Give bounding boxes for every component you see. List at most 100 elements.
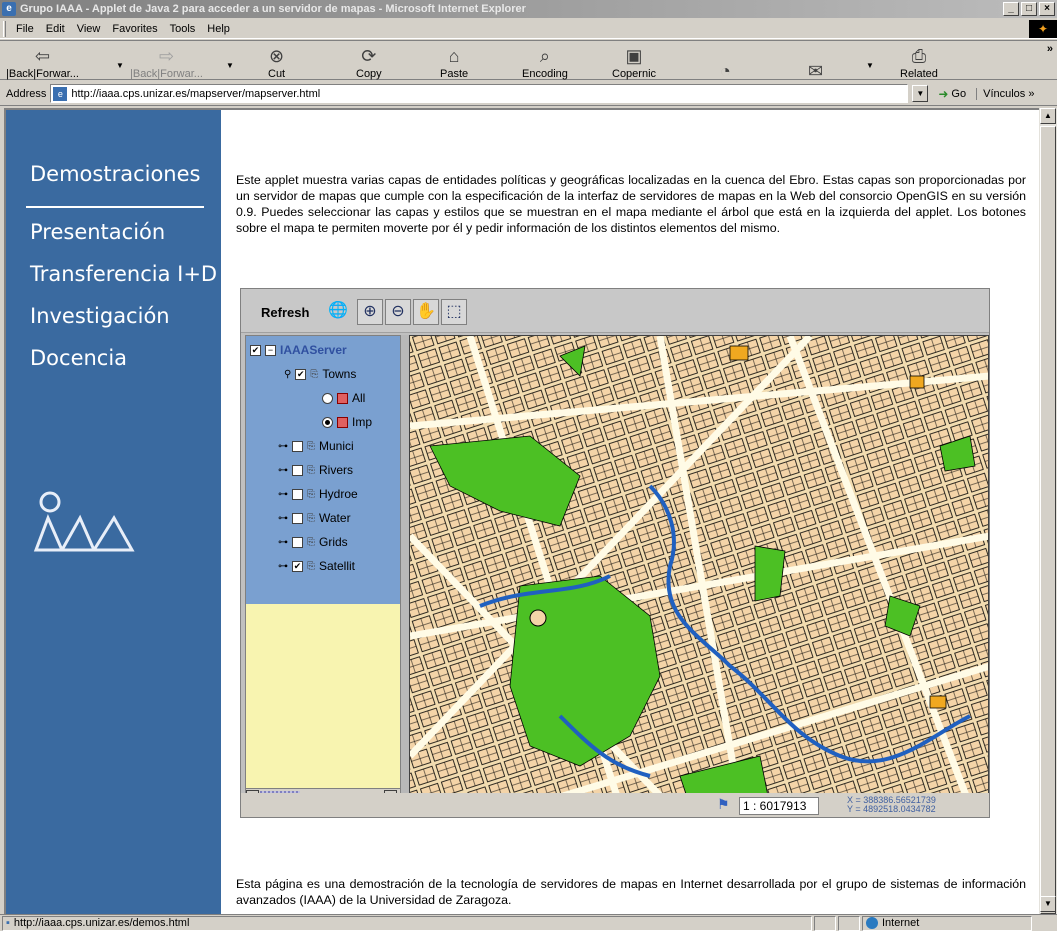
location-pin-icon: ⚑ bbox=[717, 796, 730, 812]
style-radio-all[interactable] bbox=[322, 392, 333, 404]
encoding-button[interactable]: ⌕ Encoding bbox=[522, 42, 568, 80]
menu-tools[interactable]: Tools bbox=[164, 23, 202, 35]
layer-hydro[interactable]: ⊶ ⎘ Hydroe bbox=[278, 484, 358, 504]
page-icon: e bbox=[53, 86, 68, 101]
paste-button[interactable]: ⌂ Paste bbox=[440, 42, 468, 80]
mail-button[interactable]: ✉ bbox=[808, 45, 823, 83]
back-dropdown[interactable]: ▼ bbox=[116, 61, 124, 70]
layer-checkbox[interactable] bbox=[292, 512, 303, 524]
menu-help[interactable]: Help bbox=[201, 23, 236, 35]
zoom-in-icon[interactable]: ⊕ bbox=[357, 299, 383, 325]
layer-label: Satellit bbox=[319, 559, 356, 573]
sidebar: Demostraciones Presentación Transferenci… bbox=[6, 110, 221, 914]
towns-checkbox[interactable]: ✔ bbox=[295, 368, 307, 380]
status-url: http://iaaa.cps.unizar.es/demos.html bbox=[13, 917, 190, 929]
scale-field[interactable]: 1 : 6017913 bbox=[739, 797, 819, 815]
nav-item-investigacion[interactable]: Investigación bbox=[30, 304, 170, 328]
refresh-icon: ⟳ bbox=[361, 46, 377, 66]
expand-knob-icon[interactable]: ⚲ bbox=[284, 369, 291, 380]
zoom-out-icon[interactable]: ⊖ bbox=[385, 299, 411, 325]
layer-icon: ⎘ bbox=[310, 368, 319, 380]
refresh-button[interactable]: Refresh bbox=[261, 305, 309, 320]
links-button[interactable]: Vínculos » bbox=[976, 87, 1035, 100]
expand-knob-icon[interactable]: ⊶ bbox=[278, 513, 288, 524]
stop-icon: ⊗ bbox=[269, 46, 285, 66]
scroll-up-icon[interactable]: ▲ bbox=[1040, 108, 1056, 124]
layer-checkbox[interactable]: ✔ bbox=[292, 560, 303, 572]
copernic-button[interactable]: ▣ Copernic bbox=[612, 42, 656, 80]
map-applet: Refresh 🌐 ⊕ ⊖ ✋ ⬚ ✔ − IAAAServer ⚲ ✔ ⎘ T… bbox=[240, 288, 990, 818]
layer-checkbox[interactable] bbox=[292, 440, 303, 452]
style-all[interactable]: All bbox=[322, 388, 365, 408]
go-label: Go bbox=[951, 87, 967, 100]
forward-button[interactable]: ⇨ |Back|Forwar... bbox=[130, 42, 203, 80]
forward-label: |Back|Forwar... bbox=[130, 68, 203, 80]
history-button[interactable]: ◔ bbox=[720, 45, 731, 83]
expand-knob-icon[interactable]: ⊶ bbox=[278, 561, 288, 572]
go-arrow-icon: ➜ bbox=[938, 86, 949, 101]
toolbar-more-icon[interactable]: » bbox=[1047, 43, 1053, 55]
layer-grids[interactable]: ⊶ ⎘ Grids bbox=[278, 532, 348, 552]
maximize-button[interactable]: □ bbox=[1021, 2, 1037, 16]
applet-status-bar: ⚑ 1 : 6017913 X = 388386.56521739 Y = 48… bbox=[241, 793, 989, 817]
mail-dropdown[interactable]: ▼ bbox=[866, 61, 874, 70]
layer-checkbox[interactable] bbox=[292, 488, 303, 500]
back-button[interactable]: ⇦ |Back|Forwar... bbox=[6, 42, 79, 80]
status-bar: ▪ http://iaaa.cps.unizar.es/demos.html I… bbox=[0, 914, 1057, 931]
layer-label: Rivers bbox=[319, 463, 354, 477]
expand-knob-icon[interactable]: ⊶ bbox=[278, 441, 288, 452]
cut-button[interactable]: ⊗ Cut bbox=[268, 42, 285, 80]
globe-icon[interactable]: 🌐 bbox=[325, 299, 351, 325]
close-button[interactable]: × bbox=[1039, 2, 1055, 16]
menu-favorites[interactable]: Favorites bbox=[106, 23, 163, 35]
go-button[interactable]: ➜ Go bbox=[938, 87, 966, 101]
status-panel bbox=[814, 915, 836, 931]
layer-satellite[interactable]: ⊶ ✔ ⎘ Satellit bbox=[278, 556, 355, 576]
nav-item-transferencia[interactable]: Transferencia I+D bbox=[30, 262, 217, 286]
layer-munici[interactable]: ⊶ ⎘ Munici bbox=[278, 436, 354, 456]
server-collapse-icon[interactable]: − bbox=[265, 344, 276, 356]
layer-checkbox[interactable] bbox=[292, 464, 303, 476]
expand-knob-icon[interactable]: ⊶ bbox=[278, 489, 288, 500]
globe-icon bbox=[866, 917, 878, 929]
nav-heading[interactable]: Demostraciones bbox=[30, 162, 200, 186]
layer-towns[interactable]: ⚲ ✔ ⎘ Towns bbox=[284, 364, 356, 384]
coord-y: Y = 4892518.0434782 bbox=[847, 804, 936, 814]
expand-knob-icon[interactable]: ⊶ bbox=[278, 537, 288, 548]
layer-tree: ✔ − IAAAServer ⚲ ✔ ⎘ Towns All Imp ⊶ ⎘ M… bbox=[245, 335, 401, 805]
pan-hand-icon[interactable]: ✋ bbox=[413, 299, 439, 325]
scroll-down-icon[interactable]: ▼ bbox=[1040, 896, 1056, 912]
layer-icon: ⎘ bbox=[307, 560, 315, 572]
nav-item-docencia[interactable]: Docencia bbox=[30, 346, 127, 370]
info-select-icon[interactable]: ⬚ bbox=[441, 299, 467, 325]
menu-view[interactable]: View bbox=[71, 23, 107, 35]
style-label: All bbox=[352, 391, 366, 405]
layer-rivers[interactable]: ⊶ ⎘ Rivers bbox=[278, 460, 353, 480]
copy-button[interactable]: ⟳ Copy bbox=[356, 42, 382, 80]
map-image bbox=[410, 336, 988, 804]
menu-edit[interactable]: Edit bbox=[40, 23, 71, 35]
split-divider[interactable] bbox=[401, 335, 409, 805]
nav-item-presentacion[interactable]: Presentación bbox=[30, 220, 165, 244]
forward-dropdown[interactable]: ▼ bbox=[226, 61, 234, 70]
tree-root[interactable]: ✔ − IAAAServer bbox=[250, 340, 347, 360]
page-vscrollbar[interactable]: ▲ ▼ bbox=[1039, 108, 1057, 914]
cut-label: Cut bbox=[268, 68, 286, 80]
style-radio-imp[interactable] bbox=[322, 416, 333, 428]
related-button[interactable]: ⎙ Related bbox=[900, 42, 938, 80]
address-dropdown[interactable]: ▼ bbox=[912, 85, 929, 102]
iaaa-logo-icon bbox=[33, 491, 135, 552]
server-checkbox[interactable]: ✔ bbox=[250, 344, 261, 356]
minimize-button[interactable]: _ bbox=[1003, 2, 1019, 16]
menu-file[interactable]: File bbox=[10, 23, 40, 35]
layer-water[interactable]: ⊶ ⎘ Water bbox=[278, 508, 351, 528]
windows-logo-icon: ✦ bbox=[1029, 19, 1057, 38]
page-icon: ▪ bbox=[6, 917, 10, 929]
scroll-thumb[interactable] bbox=[1040, 126, 1056, 914]
style-imp[interactable]: Imp bbox=[322, 412, 372, 432]
map-view[interactable] bbox=[409, 335, 989, 805]
expand-knob-icon[interactable]: ⊶ bbox=[278, 465, 288, 476]
address-input[interactable]: e http://iaaa.cps.unizar.es/mapserver/ma… bbox=[50, 84, 909, 103]
layer-icon: ⎘ bbox=[307, 512, 315, 524]
layer-checkbox[interactable] bbox=[292, 536, 303, 548]
